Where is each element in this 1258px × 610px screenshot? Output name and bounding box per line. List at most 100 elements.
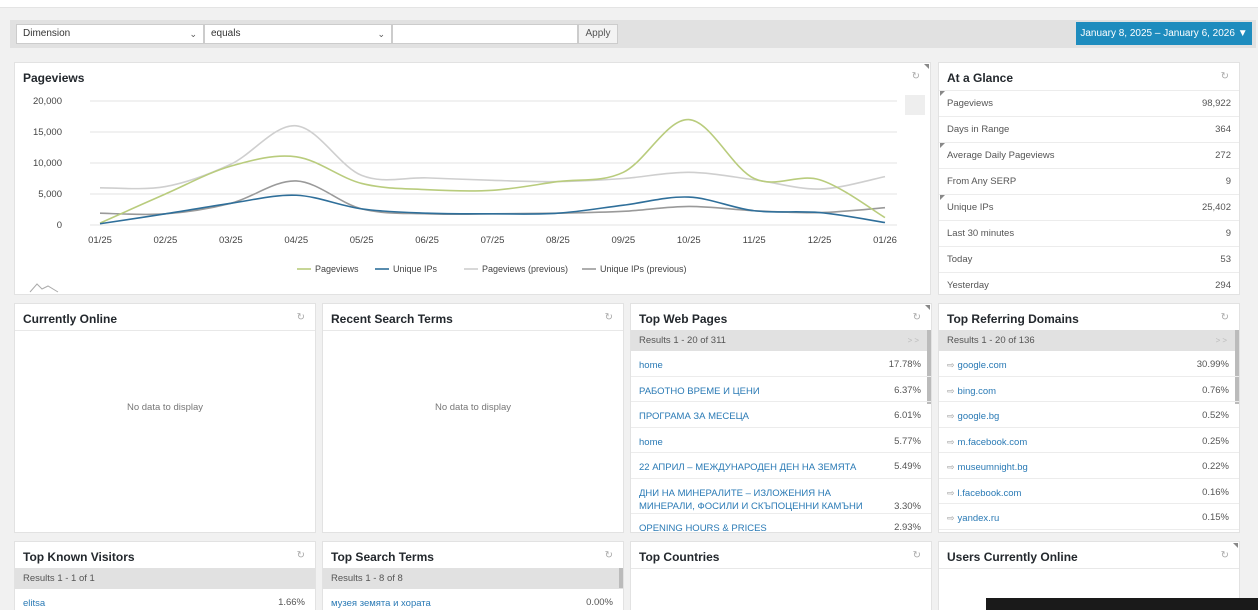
pager-arrows[interactable]: >>: [908, 330, 921, 351]
pageviews-panel: Pageviews ↻ 20,000 15,000 10,000 5,000 0 01/2…: [14, 62, 931, 295]
refresh-icon[interactable]: ↻: [913, 312, 921, 323]
date-range-button[interactable]: January 8, 2025 – January 6, 2026 ▼: [1076, 22, 1252, 45]
list-item[interactable]: ⇨ google.bg 0.52%: [939, 402, 1239, 428]
list-item-percent: 0.52%: [1202, 410, 1229, 421]
recent-search-terms-panel: Recent Search Terms ↻ No data to display: [322, 303, 624, 533]
glance-row: Days in Range 364: [939, 116, 1239, 142]
top-known-visitors-panel: Top Known Visitors ↻ Results 1 - 1 of 1 …: [14, 541, 316, 610]
legend-label[interactable]: Pageviews (previous): [482, 264, 568, 274]
list-item-link[interactable]: РАБОТНО ВРЕМЕ И ЦЕНИ: [639, 385, 869, 398]
list-item-link[interactable]: OPENING HOURS & PRICES: [639, 522, 869, 533]
list-item-link[interactable]: ⇨ yandex.ru: [947, 512, 1177, 525]
list-item-link[interactable]: ⇨ google.bg: [947, 410, 1177, 423]
list-item[interactable]: ⇨ l.facebook.com 0.16%: [939, 479, 1239, 504]
panel-title: Top Web Pages: [639, 312, 728, 326]
operator-select[interactable]: equals ⌄: [204, 24, 392, 44]
x-tick-label: 02/25: [154, 235, 178, 246]
list-item[interactable]: OPENING HOURS & PRICES 2.93%: [631, 514, 931, 533]
list-item[interactable]: elitsa 1.66%: [15, 589, 315, 610]
list-item-text: home: [639, 436, 663, 448]
x-tick-label: 08/25: [546, 235, 570, 246]
refresh-icon[interactable]: ↻: [605, 550, 613, 561]
results-bar: Results 1 - 20 of 136 >>: [939, 330, 1239, 351]
list-item-percent: 0.76%: [1202, 384, 1229, 396]
chevron-down-icon: ⌄: [377, 29, 385, 39]
list-item-percent: 6.37%: [894, 384, 921, 396]
refresh-icon[interactable]: ↻: [1221, 550, 1229, 561]
external-link-icon: ⇨: [947, 436, 955, 447]
refresh-icon[interactable]: ↻: [1221, 71, 1229, 82]
list-item[interactable]: ⇨ bing.com 0.76%: [939, 377, 1239, 402]
x-tick-label: 07/25: [481, 235, 505, 246]
glance-row: Today 53: [939, 246, 1239, 272]
list-item[interactable]: 22 АПРИЛ – МЕЖДУНАРОДЕН ДЕН НА ЗЕМЯТА 5.4…: [631, 453, 931, 479]
corner-marker: [925, 305, 930, 310]
list-item[interactable]: home 5.77%: [631, 428, 931, 453]
glance-value: 53: [1220, 254, 1231, 265]
list-item-percent: 0.22%: [1202, 461, 1229, 472]
top-countries-panel: Top Countries ↻: [630, 541, 932, 610]
list-item-percent: 5.77%: [894, 435, 921, 447]
results-count: Results 1 - 20 of 311: [639, 335, 726, 346]
legend-label[interactable]: Unique IPs: [393, 264, 438, 274]
refresh-icon[interactable]: ↻: [913, 550, 921, 561]
list-item-link[interactable]: музея земята и хората: [331, 597, 561, 610]
refresh-icon[interactable]: ↻: [297, 312, 305, 323]
list-item[interactable]: ⇨ m.facebook.com 0.25%: [939, 428, 1239, 453]
panel-title: Top Referring Domains: [947, 312, 1079, 326]
list-item-percent: 0.25%: [1202, 435, 1229, 447]
list-item-link[interactable]: ⇨ m.facebook.com: [947, 436, 1177, 449]
x-tick-label: 09/25: [611, 235, 635, 246]
glance-value: 9: [1225, 228, 1231, 239]
pager-arrows[interactable]: >>: [1216, 330, 1229, 351]
corner-marker: [940, 91, 945, 96]
list-item[interactable]: ПРОГРАМА ЗА МЕСЕЦА 6.01%: [631, 402, 931, 428]
glance-label: From Any SERP: [947, 176, 1017, 187]
glance-label: Pageviews: [947, 98, 993, 109]
list-item-link[interactable]: 22 АПРИЛ – МЕЖДУНАРОДЕН ДЕН НА ЗЕМЯТА: [639, 461, 869, 474]
dimension-select-value: Dimension: [23, 28, 71, 39]
glance-value: 9: [1225, 176, 1231, 187]
list-item-text: 22 АПРИЛ – МЕЖДУНАРОДЕН ДЕН НА ЗЕМЯТА: [639, 462, 857, 473]
filter-value-input[interactable]: [392, 24, 578, 44]
refresh-icon[interactable]: ↻: [297, 550, 305, 561]
list-item[interactable]: музея земята и хората 0.00%: [323, 589, 623, 610]
refresh-icon[interactable]: ↻: [605, 312, 613, 323]
list-item-percent: 0.00%: [586, 597, 613, 608]
list-item-link[interactable]: ДНИ НА МИНЕРАЛИТЕ – ИЗЛОЖЕНИЯ НА МИНЕРАЛ…: [639, 487, 869, 513]
list-item-link[interactable]: home: [639, 436, 869, 449]
dimension-select[interactable]: Dimension ⌄: [16, 24, 204, 44]
list-item-text: РАБОТНО ВРЕМЕ И ЦЕНИ: [639, 385, 760, 397]
legend-label[interactable]: Unique IPs (previous): [600, 264, 687, 274]
sparkline-icon: [29, 283, 59, 293]
scrollbar[interactable]: [619, 568, 623, 588]
list-item-text: ДНИ НА МИНЕРАЛИТЕ – ИЗЛОЖЕНИЯ НА МИНЕРАЛ…: [639, 487, 863, 512]
list-item-text: elitsa: [23, 598, 46, 609]
list-item-link[interactable]: elitsa: [23, 597, 253, 610]
x-tick-label: 12/25: [808, 235, 832, 246]
glance-row: Last 30 minutes 9: [939, 220, 1239, 246]
x-tick-label: 01/25: [88, 235, 112, 246]
y-tick-label: 15,000: [33, 127, 62, 138]
list-item-link[interactable]: home: [639, 359, 869, 372]
list-item[interactable]: ⇨ yandex.ru 0.15%: [939, 504, 1239, 530]
list-item-link[interactable]: ⇨ l.facebook.com: [947, 487, 1177, 500]
top-search-terms-panel: Top Search Terms ↻ Results 1 - 8 of 8 му…: [322, 541, 624, 610]
list-item[interactable]: ⇨ museumnight.bg 0.22%: [939, 453, 1239, 479]
list-item[interactable]: РАБОТНО ВРЕМЕ И ЦЕНИ 6.37%: [631, 377, 931, 402]
x-tick-label: 04/25: [284, 235, 308, 246]
chart-menu-button[interactable]: [905, 95, 925, 115]
list-item[interactable]: ⇨ google.com 30.99%: [939, 351, 1239, 377]
list-item[interactable]: ДНИ НА МИНЕРАЛИТЕ – ИЗЛОЖЕНИЯ НА МИНЕРАЛ…: [631, 479, 931, 514]
list-item[interactable]: home 17.78%: [631, 351, 931, 377]
legend-label[interactable]: Pageviews: [315, 264, 359, 274]
list-item-link[interactable]: ⇨ museumnight.bg: [947, 461, 1177, 474]
list-item-text: l.facebook.com: [957, 487, 1022, 499]
list-item-link[interactable]: ⇨ bing.com: [947, 385, 1177, 398]
apply-button[interactable]: Apply: [578, 24, 618, 44]
refresh-icon[interactable]: ↻: [1221, 312, 1229, 323]
glance-label: Unique IPs: [947, 202, 994, 213]
corner-marker: [940, 195, 945, 200]
list-item-link[interactable]: ПРОГРАМА ЗА МЕСЕЦА: [639, 410, 869, 423]
list-item-link[interactable]: ⇨ google.com: [947, 359, 1177, 372]
